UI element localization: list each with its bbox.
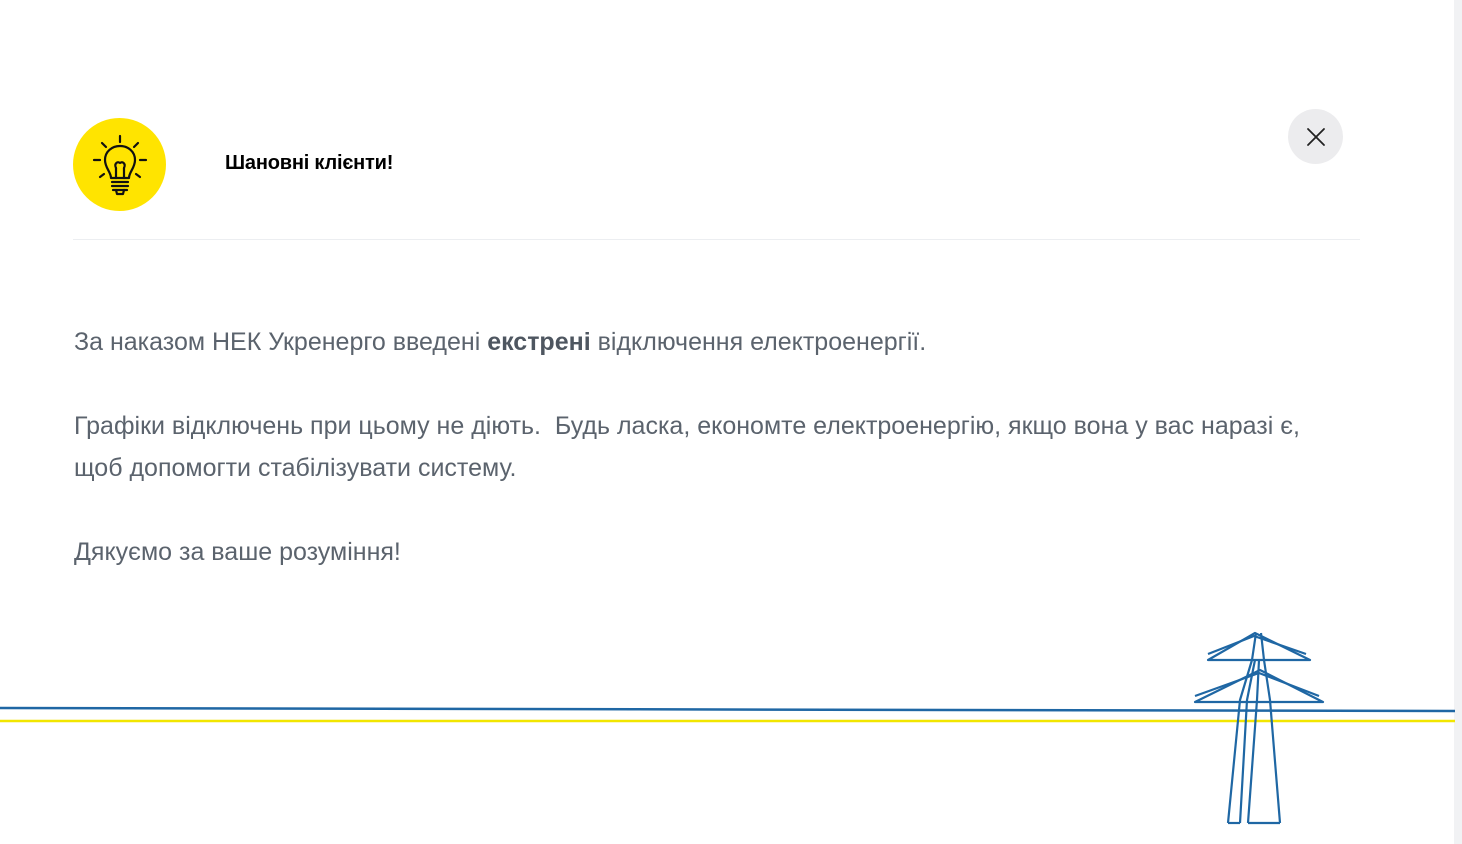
close-icon bbox=[1306, 127, 1325, 146]
notice-paragraph-1: За наказом НЕК Укренерго введені екстрен… bbox=[74, 321, 1344, 363]
close-button[interactable] bbox=[1288, 109, 1343, 164]
power-line-decoration bbox=[0, 631, 1456, 825]
notice-paragraph-2: Графіки відключень при цьому не діють. Б… bbox=[74, 412, 1307, 482]
modal-page: Шановні клієнти! За наказом НЕК Укренерг… bbox=[0, 0, 1462, 844]
power-pylon-icon bbox=[1193, 631, 1325, 825]
lightbulb-icon bbox=[92, 134, 147, 195]
notice-text-start: За наказом НЕК Укренерго введені bbox=[74, 328, 488, 356]
blue-power-line bbox=[0, 706, 1456, 713]
modal-body: За наказом НЕК Укренерго введені екстрен… bbox=[74, 321, 1344, 615]
notice-paragraph-3: Дякуємо за ваше розуміння! bbox=[74, 538, 401, 566]
modal-header: Шановні клієнти! bbox=[73, 118, 1360, 212]
header-divider bbox=[73, 239, 1360, 240]
lightbulb-badge bbox=[73, 118, 166, 211]
notice-emphasis: екстрені bbox=[487, 328, 591, 356]
notice-text-end: відключення електроенергії. bbox=[590, 328, 927, 356]
modal-title: Шановні клієнти! bbox=[225, 152, 394, 174]
